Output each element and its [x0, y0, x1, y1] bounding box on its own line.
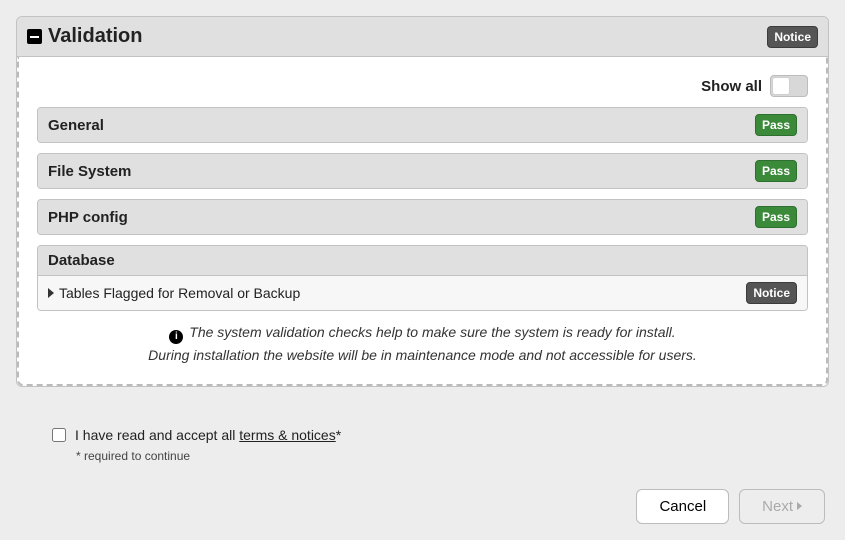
help-line-1: The system validation checks help to mak…	[189, 324, 675, 340]
panel-header: Validation Notice	[17, 17, 828, 57]
accept-block: I have read and accept all terms & notic…	[48, 425, 829, 463]
accept-note: * required to continue	[76, 449, 829, 463]
section-header-file-system[interactable]: File System Pass	[38, 154, 807, 188]
accept-text-post: *	[336, 427, 341, 443]
chevron-right-icon	[797, 502, 802, 510]
section-general: General Pass	[37, 107, 808, 143]
next-button[interactable]: Next	[739, 489, 825, 524]
accept-line[interactable]: I have read and accept all terms & notic…	[48, 425, 829, 445]
validation-panel: Validation Notice Show all General Pass …	[16, 16, 829, 387]
collapse-icon[interactable]	[27, 29, 42, 44]
section-row-tables-flagged[interactable]: Tables Flagged for Removal or Backup Not…	[38, 275, 807, 310]
section-php-config: PHP config Pass	[37, 199, 808, 235]
info-icon: i	[169, 330, 183, 344]
show-all-label: Show all	[701, 78, 762, 95]
help-line-2: During installation the website will be …	[37, 344, 808, 366]
section-title: Database	[48, 252, 115, 269]
status-badge: Pass	[755, 206, 797, 228]
status-badge: Pass	[755, 114, 797, 136]
section-title: File System	[48, 163, 131, 180]
help-block: i The system validation checks help to m…	[37, 321, 808, 366]
section-file-system: File System Pass	[37, 153, 808, 189]
section-header-general[interactable]: General Pass	[38, 108, 807, 142]
overall-status-badge: Notice	[767, 26, 818, 48]
cancel-button[interactable]: Cancel	[636, 489, 729, 524]
section-header-database[interactable]: Database	[38, 246, 807, 275]
show-all-toggle[interactable]	[770, 75, 808, 97]
status-badge: Notice	[746, 282, 797, 304]
section-title: General	[48, 117, 104, 134]
row-label: Tables Flagged for Removal or Backup	[59, 285, 300, 301]
caret-right-icon	[48, 288, 54, 298]
section-database: Database Tables Flagged for Removal or B…	[37, 245, 808, 311]
section-title: PHP config	[48, 209, 128, 226]
next-button-label: Next	[762, 498, 793, 515]
panel-body: Show all General Pass File System Pass	[17, 57, 828, 386]
show-all-row: Show all	[37, 75, 808, 97]
accept-checkbox[interactable]	[52, 428, 66, 442]
terms-link[interactable]: terms & notices	[239, 427, 335, 443]
accept-text-pre: I have read and accept all	[75, 427, 239, 443]
footer-buttons: Cancel Next	[16, 489, 829, 524]
status-badge: Pass	[755, 160, 797, 182]
panel-title: Validation	[48, 25, 142, 48]
section-header-php-config[interactable]: PHP config Pass	[38, 200, 807, 234]
